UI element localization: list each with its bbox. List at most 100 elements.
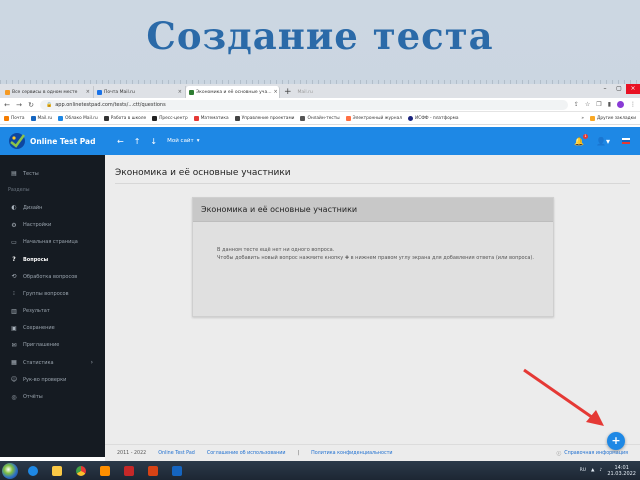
sidebar-item[interactable]: ▥ Результат [0, 303, 105, 320]
bookmark-item[interactable]: Почта [4, 115, 25, 121]
sidebar-item[interactable]: ⟲ Обработка вопросов [0, 268, 105, 285]
bookmark-item[interactable]: Математика [193, 115, 229, 121]
tab-label: Все сервисы в одном месте [12, 89, 78, 95]
taskbar-app-word[interactable] [168, 463, 186, 478]
media-icon [100, 465, 110, 476]
browser-tab[interactable]: Все сервисы в одном месте × [2, 86, 94, 98]
bookmark-icon [58, 115, 64, 121]
reload-icon[interactable]: ↻ [28, 101, 34, 109]
footer-brand-link[interactable]: Online Test Pad [158, 451, 195, 456]
close-icon[interactable]: × [86, 89, 90, 95]
close-icon[interactable]: × [178, 89, 182, 95]
sidebar-item-label: Разделы [8, 188, 30, 194]
sidebar-item-label: Вопросы [23, 256, 49, 263]
sidebar-item[interactable]: ◐ Дизайн [0, 199, 105, 216]
address-bar-icons: ⇪ ☆ ❐ ▮ ⋮ [574, 101, 636, 108]
star-icon[interactable]: ☆ [585, 101, 590, 108]
privacy-link[interactable]: Политика конфиденциальности [311, 451, 392, 456]
url-text: app.onlinetestpad.com/tests/...ctt/quest… [55, 101, 166, 108]
sidebar-item[interactable]: ? Вопросы [0, 251, 105, 268]
share-icon[interactable]: ⇪ [574, 101, 579, 108]
sidebar: ▤ Тесты Разделы ◐ Дизайн ⚙ Настройки ▭ Начальная… [0, 155, 105, 457]
sidebar-item-label: Отчёты [23, 394, 43, 401]
back-arrow-icon[interactable]: ← [4, 101, 10, 109]
sidebar-item[interactable]: ▤ Тесты [0, 165, 105, 182]
sidebar-item[interactable]: ⁝ Группы вопросов [0, 285, 105, 302]
brand[interactable]: Online Test Pad [0, 127, 105, 155]
bookmark-item[interactable]: Mail.ru [30, 115, 52, 121]
close-icon[interactable]: × [274, 89, 278, 95]
tab-favicon-icon [97, 89, 102, 95]
sidebar-item[interactable]: ◎ Отчёты [0, 388, 105, 405]
bookmark-item[interactable]: Пресс-центр [152, 115, 188, 121]
ie-icon [28, 465, 38, 476]
volume-icon[interactable]: ♪ [599, 468, 602, 473]
my-site-menu[interactable]: Мой сайт ▾ [167, 138, 199, 144]
sidebar-item[interactable]: ⚙ Настройки [0, 217, 105, 234]
sidebar-item[interactable]: ▭ Начальная страница [0, 234, 105, 251]
taskbar-app-filezilla[interactable] [120, 463, 138, 478]
app-header: Online Test Pad ← ↑ ↓ Мой сайт ▾ 🔔 1 👤▾ [0, 127, 640, 155]
network-icon[interactable]: ▲ [591, 468, 594, 473]
new-tab-icon[interactable]: + [284, 86, 292, 98]
forward-arrow-icon[interactable]: → [16, 101, 22, 109]
maximize-icon[interactable]: ▢ [612, 84, 626, 94]
footer-separator: | [297, 450, 300, 456]
bookmark-item[interactable]: Электронный журнал [345, 115, 402, 121]
help-link[interactable]: ⓘ Справочная информация [556, 450, 628, 457]
minimize-icon[interactable]: – [598, 84, 612, 94]
browser-tab-active[interactable]: Экономика и её основные уча... × [186, 86, 280, 98]
user-menu-icon[interactable]: 👤▾ [596, 137, 610, 146]
clock[interactable]: 14:01 21.03.2022 [607, 465, 636, 477]
page-icon: ▭ [11, 238, 17, 246]
bookmark-item[interactable]: Облако Mail.ru [58, 115, 98, 121]
bell-icon[interactable]: 🔔 1 [574, 133, 589, 146]
back-arrow-icon[interactable]: ← [117, 137, 124, 146]
bookmark-icon [345, 115, 351, 121]
chevron-right-icon[interactable]: » [581, 116, 584, 121]
sidebar-item[interactable]: ✉ Приглашение [0, 337, 105, 354]
sidebar-item-label: Тесты [23, 170, 39, 177]
taskbar-app-ie[interactable] [24, 463, 42, 478]
lang-indicator[interactable]: RU [580, 468, 586, 473]
url-field[interactable]: 🔒 app.onlinetestpad.com/tests/...ctt/que… [40, 99, 568, 110]
clock-date: 21.03.2022 [607, 470, 636, 477]
sidepanel-icon[interactable]: ▮ [608, 101, 611, 108]
add-question-button[interactable]: + [607, 432, 625, 450]
logo-icon [9, 133, 26, 149]
agreement-link[interactable]: Соглашение об использовании [207, 451, 286, 456]
chrome-icon [76, 465, 86, 476]
bookmark-item[interactable]: Работа в школе [103, 115, 147, 121]
footer-years: 2011 - 2022 [117, 450, 147, 456]
arrow-down-icon[interactable]: ↓ [150, 137, 157, 146]
taskbar-app-chrome[interactable] [72, 463, 90, 478]
start-button-icon[interactable] [2, 462, 18, 479]
bookmark-label: Работа в школе [110, 115, 147, 121]
app-header-right: 🔔 1 👤▾ [574, 133, 640, 146]
palette-icon: ◐ [11, 204, 17, 212]
card-title: Экономика и её основные участники [193, 198, 553, 222]
bookmark-item[interactable]: Онлайн-тесты [300, 115, 340, 121]
sidebar-item[interactable]: ☺ Рук-во проверки [0, 371, 105, 388]
sidebar-item[interactable]: ▣ Сохранение [0, 320, 105, 337]
arrow-up-icon[interactable]: ↑ [134, 137, 141, 146]
bookmark-icon [193, 115, 199, 121]
page-title: Экономика и её основные участники [115, 168, 291, 178]
taskbar-app-powerpoint[interactable] [144, 463, 162, 478]
profile-avatar-icon[interactable] [617, 101, 624, 108]
menu-dots-icon[interactable]: ⋮ [630, 101, 636, 108]
bookmark-item[interactable]: Управление проектами [234, 115, 294, 121]
report-icon: ◎ [11, 393, 17, 401]
close-window-icon[interactable]: × [626, 84, 640, 94]
taskbar-app-explorer[interactable] [48, 463, 66, 478]
taskbar-app-media[interactable] [96, 463, 114, 478]
bookmark-item[interactable]: ИСФФ - платформа [407, 115, 458, 121]
sidebar-item[interactable]: ▦ Статистика › [0, 354, 105, 371]
extensions-icon[interactable]: ❐ [596, 101, 601, 108]
language-flag-icon[interactable] [622, 138, 630, 144]
group-icon: ⁝ [13, 290, 15, 298]
bookmark-folder[interactable]: Другие закладки [590, 115, 636, 121]
browser-tab[interactable]: Почта Mail.ru × [94, 86, 186, 98]
question-icon: ? [12, 256, 16, 264]
help-icon: ⓘ [556, 451, 562, 457]
